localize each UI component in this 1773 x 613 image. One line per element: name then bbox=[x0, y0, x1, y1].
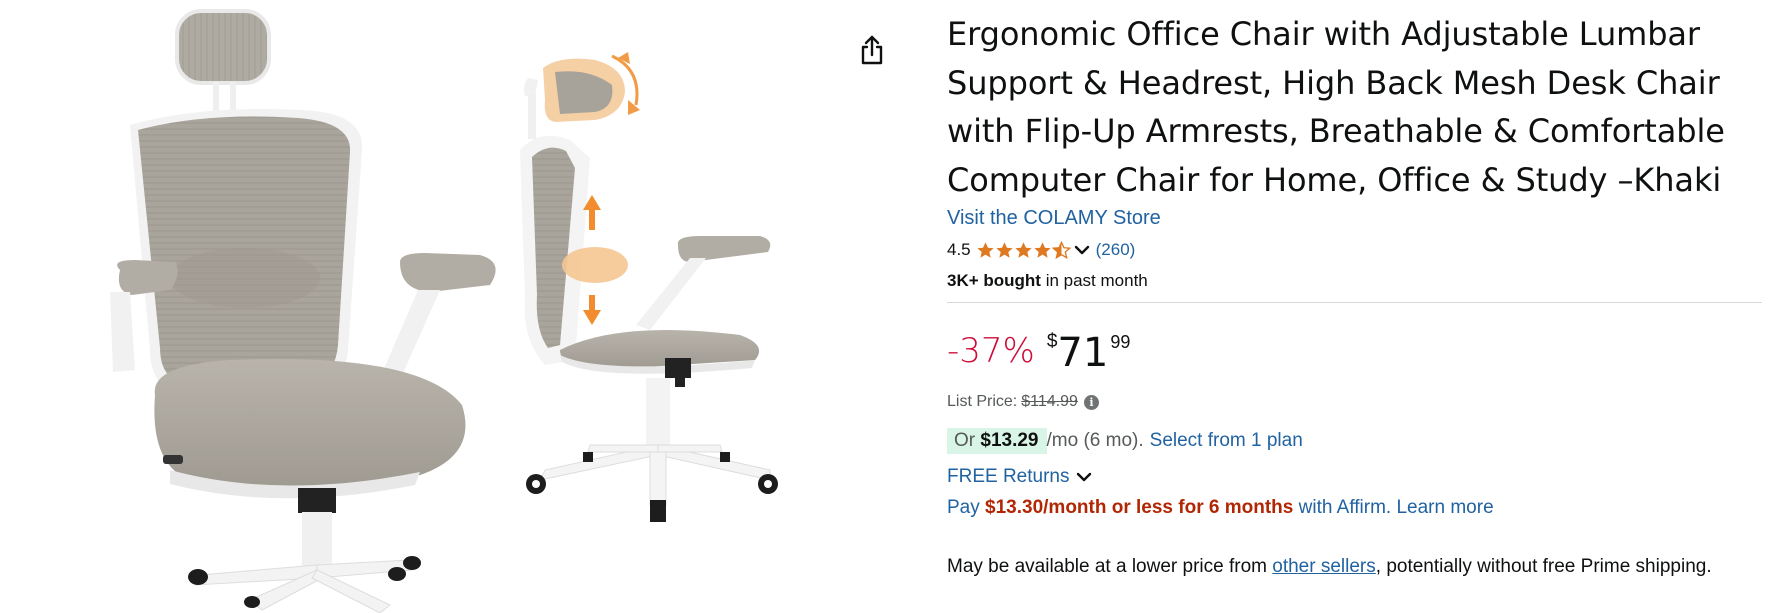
select-plan-link[interactable]: Select from 1 plan bbox=[1150, 430, 1303, 452]
other-sellers-notice: May be available at a lower price from o… bbox=[947, 552, 1762, 582]
price-whole: 71 bbox=[1057, 330, 1109, 376]
rating-row: 4.5 (260) bbox=[947, 238, 1767, 262]
star-icon bbox=[976, 241, 994, 258]
product-info-panel: Ergonomic Office Chair with Adjustable L… bbox=[947, 10, 1767, 582]
bought-in-past-month: 3K+ bought in past month bbox=[947, 270, 1767, 292]
list-price-value: $114.99 bbox=[1021, 393, 1078, 410]
list-price-row: List Price: $114.99 i bbox=[947, 391, 1767, 413]
divider bbox=[947, 302, 1762, 303]
product-title-line: with Flip-Up Armrests, Breathable & Comf… bbox=[947, 112, 1725, 150]
rating-dropdown-button[interactable] bbox=[1074, 244, 1090, 256]
affirm-prefix: Pay bbox=[947, 497, 986, 518]
product-image-gallery[interactable] bbox=[0, 0, 800, 613]
share-icon bbox=[861, 35, 883, 65]
bought-period: in past month bbox=[1040, 271, 1148, 290]
product-title-line: Computer Chair for Home, Office & Study … bbox=[947, 160, 1722, 199]
list-price-label: List Price: bbox=[947, 393, 1018, 410]
chevron-down-icon bbox=[1077, 472, 1092, 482]
price-fraction: 99 bbox=[1110, 332, 1131, 352]
share-button[interactable] bbox=[855, 33, 889, 67]
info-icon[interactable]: i bbox=[1083, 394, 1099, 410]
star-icon bbox=[1033, 241, 1051, 258]
monthly-payment-row: Or $13.29 /mo (6 mo). Select from 1 plan bbox=[947, 427, 1767, 455]
chair-side-view bbox=[520, 52, 778, 522]
price-block: -37% $ 71 99 bbox=[947, 329, 1767, 377]
affirm-learn-more-link[interactable]: Learn more bbox=[1396, 497, 1493, 518]
monthly-amount: $13.29 bbox=[980, 430, 1039, 451]
other-sellers-prefix: May be available at a lower price from bbox=[947, 556, 1273, 577]
product-title-line: Support & Headrest, High Back Mesh Desk … bbox=[947, 63, 1720, 102]
bought-count: 3K+ bought bbox=[947, 271, 1041, 290]
other-sellers-suffix: , potentially without free Prime shippin… bbox=[1375, 556, 1712, 577]
store-link[interactable]: Visit the COLAMY Store bbox=[947, 205, 1767, 231]
monthly-term: /mo (6 mo). bbox=[1046, 430, 1144, 451]
free-returns-label: FREE Returns bbox=[947, 466, 1070, 487]
star-half-icon bbox=[1051, 240, 1071, 259]
product-title: Ergonomic Office Chair with Adjustable L… bbox=[947, 10, 1767, 204]
returns-chevron bbox=[1076, 471, 1092, 483]
chevron-down-icon bbox=[1074, 245, 1089, 255]
ratings-count-link[interactable]: (260) bbox=[1096, 240, 1136, 260]
star-icon bbox=[1014, 241, 1032, 258]
monthly-payment-badge: Or $13.29 bbox=[947, 428, 1047, 454]
product-image[interactable] bbox=[0, 0, 800, 613]
or-label: Or bbox=[954, 430, 981, 451]
discount-percent: -37% bbox=[947, 331, 1035, 371]
rating-value: 4.5 bbox=[947, 240, 971, 259]
star-rating[interactable] bbox=[976, 240, 1071, 260]
affirm-amount: $13.30/month or less for 6 months bbox=[985, 497, 1294, 518]
product-title-line: Ergonomic Office Chair with Adjustable L… bbox=[947, 15, 1700, 53]
price-currency: $ bbox=[1046, 331, 1058, 352]
star-icon bbox=[995, 241, 1013, 258]
free-returns-button[interactable]: FREE Returns bbox=[947, 463, 1767, 491]
affirm-financing-row: Pay $13.30/month or less for 6 months wi… bbox=[947, 494, 1767, 522]
affirm-suffix: with Affirm. bbox=[1293, 497, 1392, 518]
chair-front-view bbox=[110, 9, 496, 613]
other-sellers-link[interactable]: other sellers bbox=[1272, 556, 1376, 577]
